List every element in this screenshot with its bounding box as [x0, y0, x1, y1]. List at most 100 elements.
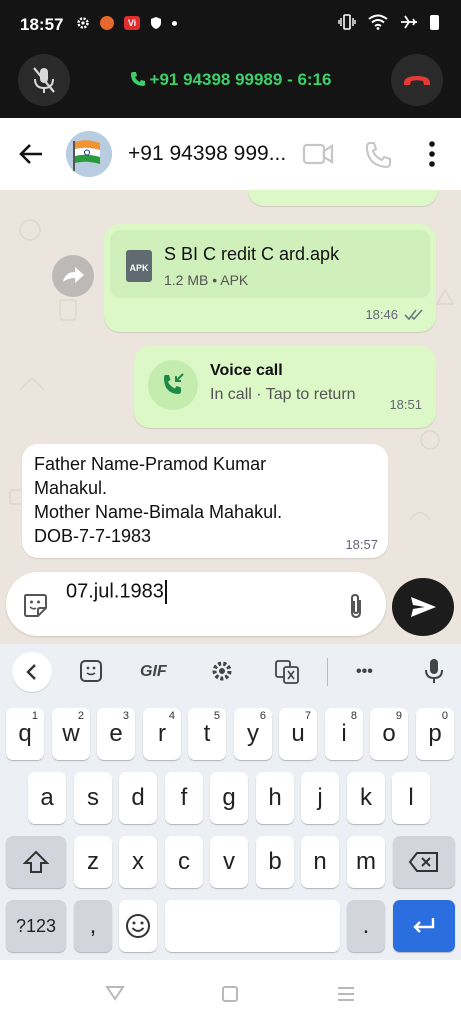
microphone-icon: [425, 659, 443, 683]
key-p[interactable]: p0: [416, 708, 454, 760]
nav-back-button[interactable]: [104, 984, 126, 1002]
message-input[interactable]: 07.jul.1983: [66, 580, 167, 604]
back-button[interactable]: [16, 140, 48, 168]
period-key[interactable]: .: [347, 900, 385, 952]
key-o[interactable]: o9: [370, 708, 408, 760]
call-text: +91 94398 99989 - 6:16: [149, 70, 332, 89]
nav-recents-button[interactable]: [336, 986, 356, 1002]
video-camera-icon: [302, 143, 334, 165]
enter-key[interactable]: [393, 900, 455, 952]
key-r[interactable]: r4: [143, 708, 181, 760]
on-screen-keyboard: GIF ••• q1 w2 e3 r4 t5 y6 u7 i8 o9 p0 a …: [0, 644, 461, 960]
status-time: 18:57: [20, 15, 64, 34]
vibrate-icon: [338, 14, 356, 30]
attach-button[interactable]: [344, 592, 368, 620]
voice-input-button[interactable]: [422, 656, 446, 688]
file-attachment[interactable]: APK S BI C redit C ard.apk 1.2 MB • APK: [110, 230, 430, 298]
translate-icon: [275, 660, 299, 684]
key-v[interactable]: v: [210, 836, 248, 888]
forward-button[interactable]: [52, 255, 94, 297]
key-x[interactable]: x: [119, 836, 157, 888]
key-b[interactable]: b: [256, 836, 294, 888]
key-m[interactable]: m: [347, 836, 385, 888]
message-composer[interactable]: 07.jul.1983: [6, 572, 386, 636]
key-label: q: [18, 720, 32, 747]
key-j[interactable]: j: [301, 772, 339, 824]
key-hint: 3: [122, 710, 129, 722]
key-hint: 7: [304, 710, 311, 722]
video-call-button[interactable]: [302, 142, 334, 166]
chat-header: +91 94398 999...: [0, 118, 461, 190]
comma-key[interactable]: ,: [74, 900, 112, 952]
key-h[interactable]: h: [256, 772, 294, 824]
voice-call-subtitle: In call · Tap to return: [210, 386, 356, 403]
key-k[interactable]: k: [347, 772, 385, 824]
translate-button[interactable]: [274, 656, 302, 688]
gif-button[interactable]: GIF: [140, 656, 176, 688]
previous-message-bubble[interactable]: [248, 190, 438, 206]
paperclip-icon: [351, 593, 361, 619]
key-a[interactable]: a: [28, 772, 66, 824]
flag-image: [66, 131, 112, 177]
key-hint: 2: [77, 710, 84, 722]
sticker-button[interactable]: [22, 592, 48, 618]
sticker-icon: [24, 594, 47, 617]
app-orange-icon: [100, 16, 114, 30]
contact-avatar[interactable]: [66, 131, 112, 177]
emoji-icon: [126, 914, 150, 938]
nav-home-button[interactable]: [222, 986, 238, 1002]
toolbar-divider: [327, 658, 328, 686]
forward-icon: [63, 267, 84, 283]
key-w[interactable]: w2: [52, 708, 90, 760]
message-line: DOB-7-7-1983: [34, 526, 152, 546]
key-g[interactable]: g: [210, 772, 248, 824]
shift-key[interactable]: [6, 836, 66, 888]
wifi-icon: [368, 14, 388, 30]
space-key[interactable]: [165, 900, 340, 952]
key-e[interactable]: e3: [97, 708, 135, 760]
vi-icon: Vi: [124, 16, 140, 30]
contact-name[interactable]: +91 94398 999...: [128, 142, 286, 166]
key-y[interactable]: y6: [234, 708, 272, 760]
emoji-key[interactable]: [119, 900, 157, 952]
key-u[interactable]: u7: [279, 708, 317, 760]
sticker-keyboard-button[interactable]: [78, 656, 106, 688]
key-i[interactable]: i8: [325, 708, 363, 760]
voice-call-button[interactable]: [364, 140, 394, 170]
key-q[interactable]: q1: [6, 708, 44, 760]
keyboard-toolbar: GIF •••: [0, 644, 461, 700]
more-tools-button[interactable]: •••: [356, 656, 384, 688]
key-d[interactable]: d: [119, 772, 157, 824]
incoming-text-message[interactable]: Father Name-Pramod Kumar Mahakul. Mother…: [22, 444, 388, 558]
message-time: 18:51: [389, 397, 422, 412]
key-l[interactable]: l: [392, 772, 430, 824]
voice-call-message[interactable]: Voice call In call · Tap to return 18:51: [134, 346, 436, 428]
key-t[interactable]: t5: [188, 708, 226, 760]
key-n[interactable]: n: [301, 836, 339, 888]
backspace-key[interactable]: [393, 836, 455, 888]
key-c[interactable]: c: [165, 836, 203, 888]
key-z[interactable]: z: [74, 836, 112, 888]
send-button[interactable]: [392, 578, 454, 636]
file-message[interactable]: APK S BI C redit C ard.apk 1.2 MB • APK …: [104, 224, 436, 332]
keyboard-collapse-button[interactable]: [12, 652, 52, 692]
send-icon: [411, 597, 436, 617]
more-options-button[interactable]: [420, 138, 444, 170]
key-label: r: [158, 720, 166, 747]
more-vertical-icon: [429, 141, 435, 167]
key-label: w: [62, 720, 80, 747]
gear-icon: [212, 661, 232, 681]
end-call-button[interactable]: [391, 54, 443, 106]
key-f[interactable]: f: [165, 772, 203, 824]
keyboard-settings-button[interactable]: [209, 656, 237, 688]
gear-icon: [77, 17, 89, 29]
shield-icon: [151, 17, 161, 29]
symbols-key[interactable]: ?123: [6, 900, 66, 952]
key-label: i: [341, 720, 347, 747]
key-s[interactable]: s: [74, 772, 112, 824]
voice-call-title: Voice call: [210, 362, 283, 379]
message-line: Father Name-Pramod Kumar: [34, 454, 267, 474]
key-hint: 6: [259, 710, 266, 722]
chevron-left-icon: [26, 664, 36, 680]
ongoing-call-bar[interactable]: +91 94398 99989 - 6:16: [0, 50, 461, 118]
